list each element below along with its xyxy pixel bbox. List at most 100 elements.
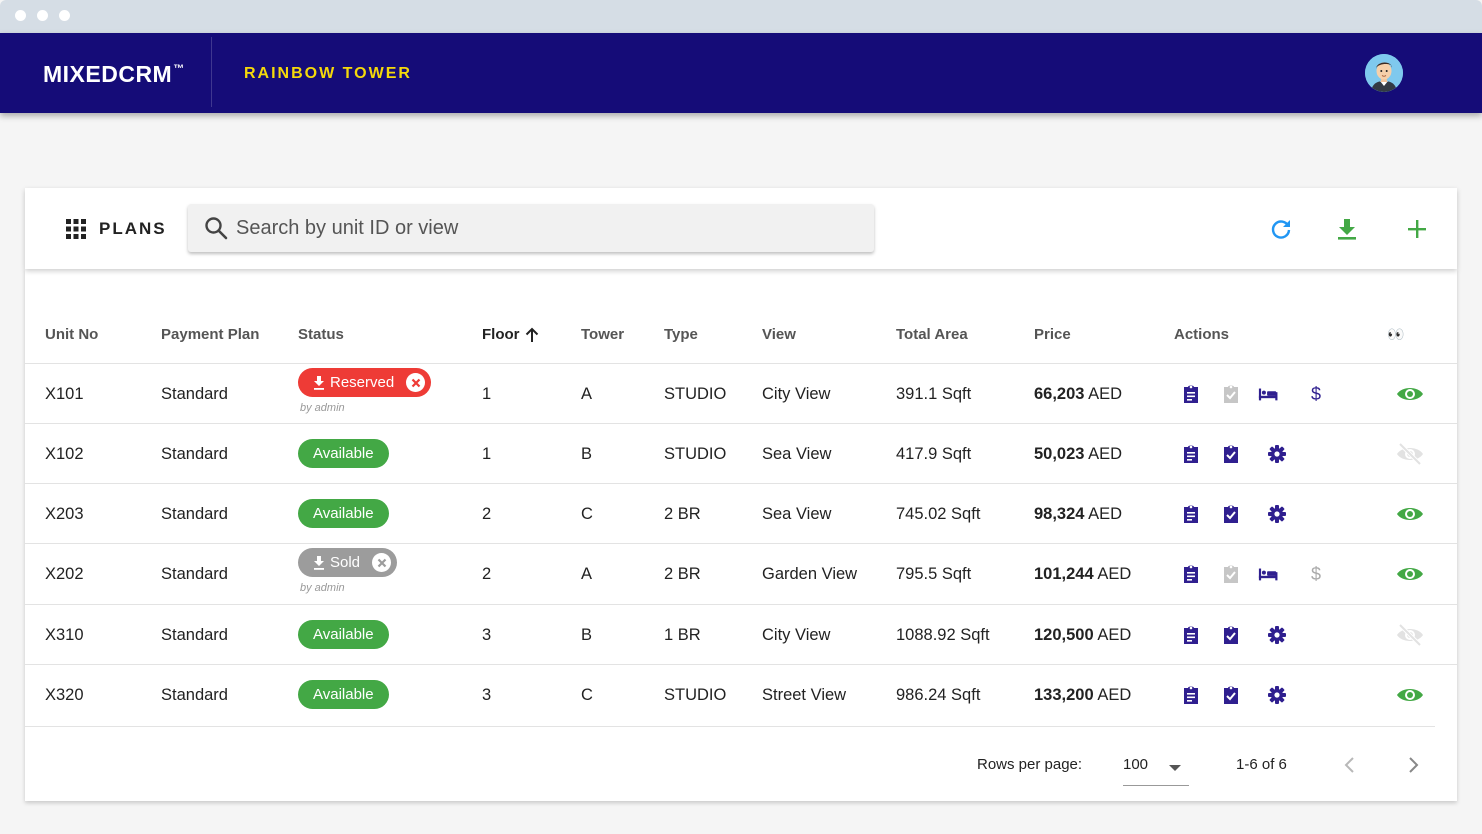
eye-icon[interactable]	[1396, 564, 1424, 584]
eye-off-icon[interactable]	[1396, 443, 1424, 465]
cell-price: 66,203 AED	[1034, 364, 1122, 424]
assignment-check-icon[interactable]	[1221, 625, 1241, 645]
price-amount: 50,023	[1034, 445, 1085, 463]
eye-icon[interactable]	[1396, 504, 1424, 524]
cell-type: 2 BR	[664, 565, 701, 583]
bed-icon[interactable]	[1258, 384, 1278, 404]
status-chip-available[interactable]: Available	[298, 439, 389, 468]
assignment-check-icon[interactable]	[1221, 504, 1241, 524]
cell-price: 50,023 AED	[1034, 424, 1122, 484]
download-button[interactable]	[1333, 215, 1361, 243]
clipboard-icon[interactable]	[1181, 444, 1201, 464]
apps-grid-icon[interactable]	[65, 218, 87, 240]
plans-title: PLANS	[99, 219, 167, 238]
header-total-area[interactable]: Total Area	[896, 326, 968, 343]
previous-page-button[interactable]	[1338, 753, 1362, 777]
appbar-divider	[211, 37, 212, 107]
bed-icon[interactable]	[1258, 564, 1278, 584]
clipboard-icon[interactable]	[1181, 685, 1201, 705]
status-chip-available[interactable]: Available	[298, 680, 389, 709]
cell-type: 2 BR	[664, 505, 701, 523]
cell-price: 101,244 AED	[1034, 544, 1131, 604]
assignment-check-icon[interactable]	[1221, 564, 1241, 584]
search-input[interactable]	[236, 204, 856, 252]
next-page-button[interactable]	[1401, 753, 1425, 777]
header-actions: Actions	[1174, 326, 1230, 343]
clipboard-icon[interactable]	[1181, 625, 1201, 645]
eye-icon[interactable]	[1396, 685, 1424, 705]
cell-price: 120,500 AED	[1034, 605, 1131, 665]
status-chip-available[interactable]: Available	[298, 499, 389, 528]
assignment-check-icon[interactable]	[1221, 384, 1241, 404]
eye-off-icon[interactable]	[1396, 624, 1424, 646]
units-table: Unit No Payment Plan Status Floor Tower …	[25, 269, 1457, 801]
settings-icon[interactable]	[1267, 444, 1287, 464]
plans-heading: PLANS	[65, 218, 167, 240]
table-row[interactable]: X202 Standard 2 A 2 BR Garden View 795.5 Sqft 1…	[25, 543, 1457, 603]
dropdown-caret-icon	[1169, 765, 1181, 771]
header-tower[interactable]: Tower	[581, 326, 624, 343]
cell-view: Sea View	[762, 445, 832, 463]
header-view[interactable]: View	[762, 326, 796, 343]
price-currency: AED	[1088, 445, 1123, 463]
table-row[interactable]: X203 Standard 2 C 2 BR Sea View 745.02 Sqft 98,…	[25, 483, 1457, 543]
window-dot	[15, 10, 26, 21]
rows-per-page-select[interactable]: 100	[1123, 747, 1189, 786]
brand-name: MIXEDCRM	[43, 61, 173, 87]
settings-icon[interactable]	[1267, 625, 1287, 645]
cell-floor: 2	[482, 505, 492, 523]
table-row[interactable]: X102 Standard 1 B STUDIO Sea View 417.9 Sqft 50…	[25, 423, 1457, 483]
table-row[interactable]: X320 Standard 3 C STUDIO Street View 986.24 Sq…	[25, 664, 1457, 724]
cell-floor: 2	[482, 565, 492, 583]
settings-icon[interactable]	[1267, 504, 1287, 524]
header-type[interactable]: Type	[664, 326, 698, 343]
brand-logo[interactable]: MIXEDCRM™	[43, 61, 185, 88]
download-icon	[313, 555, 330, 570]
eye-icon[interactable]	[1396, 384, 1424, 404]
price-currency: AED	[1097, 565, 1132, 583]
cell-payment-plan: Standard	[161, 505, 228, 523]
cell-payment-plan: Standard	[161, 385, 228, 403]
assignment-check-icon[interactable]	[1221, 685, 1241, 705]
table-row[interactable]: X310 Standard 3 B 1 BR City View 1088.92 Sqft 1…	[25, 604, 1457, 664]
assignment-check-icon[interactable]	[1221, 444, 1241, 464]
cell-unit-no: X310	[45, 626, 84, 644]
user-avatar[interactable]	[1365, 54, 1403, 92]
header-visibility: 👀	[1387, 326, 1405, 342]
status-chip-sold[interactable]: Sold	[298, 548, 398, 577]
header-status[interactable]: Status	[298, 326, 344, 343]
remove-status-icon[interactable]	[406, 373, 426, 392]
add-button[interactable]	[1403, 215, 1431, 243]
header-payment-plan[interactable]: Payment Plan	[161, 326, 259, 343]
cell-price: 133,200 AED	[1034, 665, 1131, 725]
remove-status-icon[interactable]	[372, 553, 392, 572]
sort-arrow-up-icon	[525, 327, 538, 342]
header-price[interactable]: Price	[1034, 326, 1071, 343]
clipboard-icon[interactable]	[1181, 384, 1201, 404]
clipboard-icon[interactable]	[1181, 504, 1201, 524]
header-unit-no[interactable]: Unit No	[45, 326, 98, 343]
rows-per-page-label: Rows per page:	[977, 756, 1083, 773]
status-chip-reserved[interactable]: Reserved	[298, 368, 432, 397]
search-bar	[188, 204, 874, 252]
cell-tower: C	[581, 686, 593, 704]
chevron-left-icon	[1344, 757, 1354, 773]
avatar-icon	[1365, 54, 1403, 92]
clipboard-icon[interactable]	[1181, 564, 1201, 584]
header-floor[interactable]: Floor	[482, 326, 540, 343]
settings-icon[interactable]	[1267, 685, 1287, 705]
cell-tower: A	[581, 565, 593, 583]
refresh-button[interactable]	[1267, 215, 1295, 243]
price-currency: AED	[1088, 385, 1123, 403]
cell-payment-plan: Standard	[161, 445, 228, 463]
cell-total-area: 986.24 Sqft	[896, 686, 981, 704]
status-label: Available	[313, 505, 374, 522]
cell-floor: 3	[482, 626, 492, 644]
cell-total-area: 745.02 Sqft	[896, 505, 981, 523]
status-chip-available[interactable]: Available	[298, 620, 389, 649]
table-row[interactable]: X101 Standard 1 A STUDIO City View 391.1 Sqft 6…	[25, 363, 1457, 423]
add-icon	[1408, 220, 1426, 238]
cell-tower: B	[581, 445, 593, 463]
dollar-icon[interactable]: $	[1306, 564, 1326, 584]
dollar-icon[interactable]: $	[1306, 384, 1326, 404]
